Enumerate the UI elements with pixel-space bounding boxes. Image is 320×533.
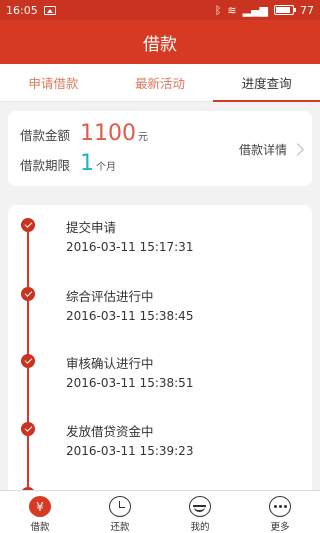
nav-item-mine[interactable]: 我的 [160, 491, 240, 533]
nav-label: 还款 [110, 522, 130, 533]
status-bar: 16:05 ᛒ ≋ ▂▄▆ 77 [0, 0, 320, 20]
step-title: 发放借贷资金中 [66, 424, 154, 439]
bluetooth-icon: ᛒ [214, 3, 222, 17]
tab-latest-activities[interactable]: 最新活动 [107, 64, 214, 101]
signal-icon: ▂▄▆ [242, 3, 268, 17]
chevron-right-icon [291, 143, 304, 156]
loan-detail-label: 借款详情 [238, 143, 287, 157]
page-title: 借款 [143, 34, 177, 55]
face-icon [189, 496, 211, 517]
yen-icon: ¥ [29, 496, 51, 517]
check-icon [21, 218, 35, 232]
amount-label: 借款金额 [20, 128, 71, 143]
step-title: 提交申请 [66, 220, 117, 235]
nav-label: 借款 [30, 522, 50, 533]
amount-unit: 元 [138, 132, 149, 143]
nav-item-more[interactable]: 更多 [240, 491, 320, 533]
step-time: 2016-03-11 15:17:31 [66, 240, 194, 254]
step-time: 2016-03-11 15:38:45 [66, 309, 194, 323]
period-label: 借款期限 [20, 158, 71, 173]
battery-icon [274, 5, 296, 15]
check-icon [21, 422, 35, 436]
progress-card: 提交申请 2016-03-11 15:17:31 综合评估进行中 2016-03… [8, 205, 312, 505]
loan-amount: 1100 [80, 121, 137, 146]
wifi-icon: ≋ [227, 3, 237, 17]
status-time: 16:05 [6, 3, 38, 17]
nav-label: 我的 [190, 522, 210, 533]
tab-bar: 申请借款 最新活动 进度查询 [0, 64, 320, 102]
bottom-nav: ¥ 借款 还款 我的 更多 [0, 490, 320, 533]
period-row: 借款期限 1 个月 [20, 151, 116, 176]
loan-period: 1 [80, 151, 95, 176]
nav-item-loan[interactable]: ¥ 借款 [0, 491, 80, 533]
nav-item-repay[interactable]: 还款 [80, 491, 160, 533]
battery-level: 77 [300, 3, 314, 17]
tab-progress-query[interactable]: 进度查询 [213, 64, 320, 102]
step-title: 综合评估进行中 [66, 289, 154, 304]
check-icon [21, 287, 35, 301]
tab-apply-loan[interactable]: 申请借款 [0, 64, 107, 101]
nav-label: 更多 [270, 522, 290, 533]
step-time: 2016-03-11 15:39:23 [66, 444, 194, 458]
image-notification-icon [43, 5, 56, 15]
loan-summary-card: 借款金额 1100 元 借款期限 1 个月 借款详情 [8, 111, 312, 186]
status-icons: ᛒ ≋ ▂▄▆ 77 [215, 4, 314, 17]
amount-row: 借款金额 1100 元 [20, 121, 148, 146]
more-icon [269, 496, 291, 517]
loan-detail-link[interactable]: 借款详情 [238, 141, 304, 158]
step-title: 审核确认进行中 [66, 356, 154, 371]
check-icon [21, 354, 35, 368]
clock-icon [109, 496, 131, 517]
step-time: 2016-03-11 15:38:51 [66, 376, 194, 390]
period-unit: 个月 [96, 162, 117, 173]
app-bar: 借款 [0, 20, 320, 64]
